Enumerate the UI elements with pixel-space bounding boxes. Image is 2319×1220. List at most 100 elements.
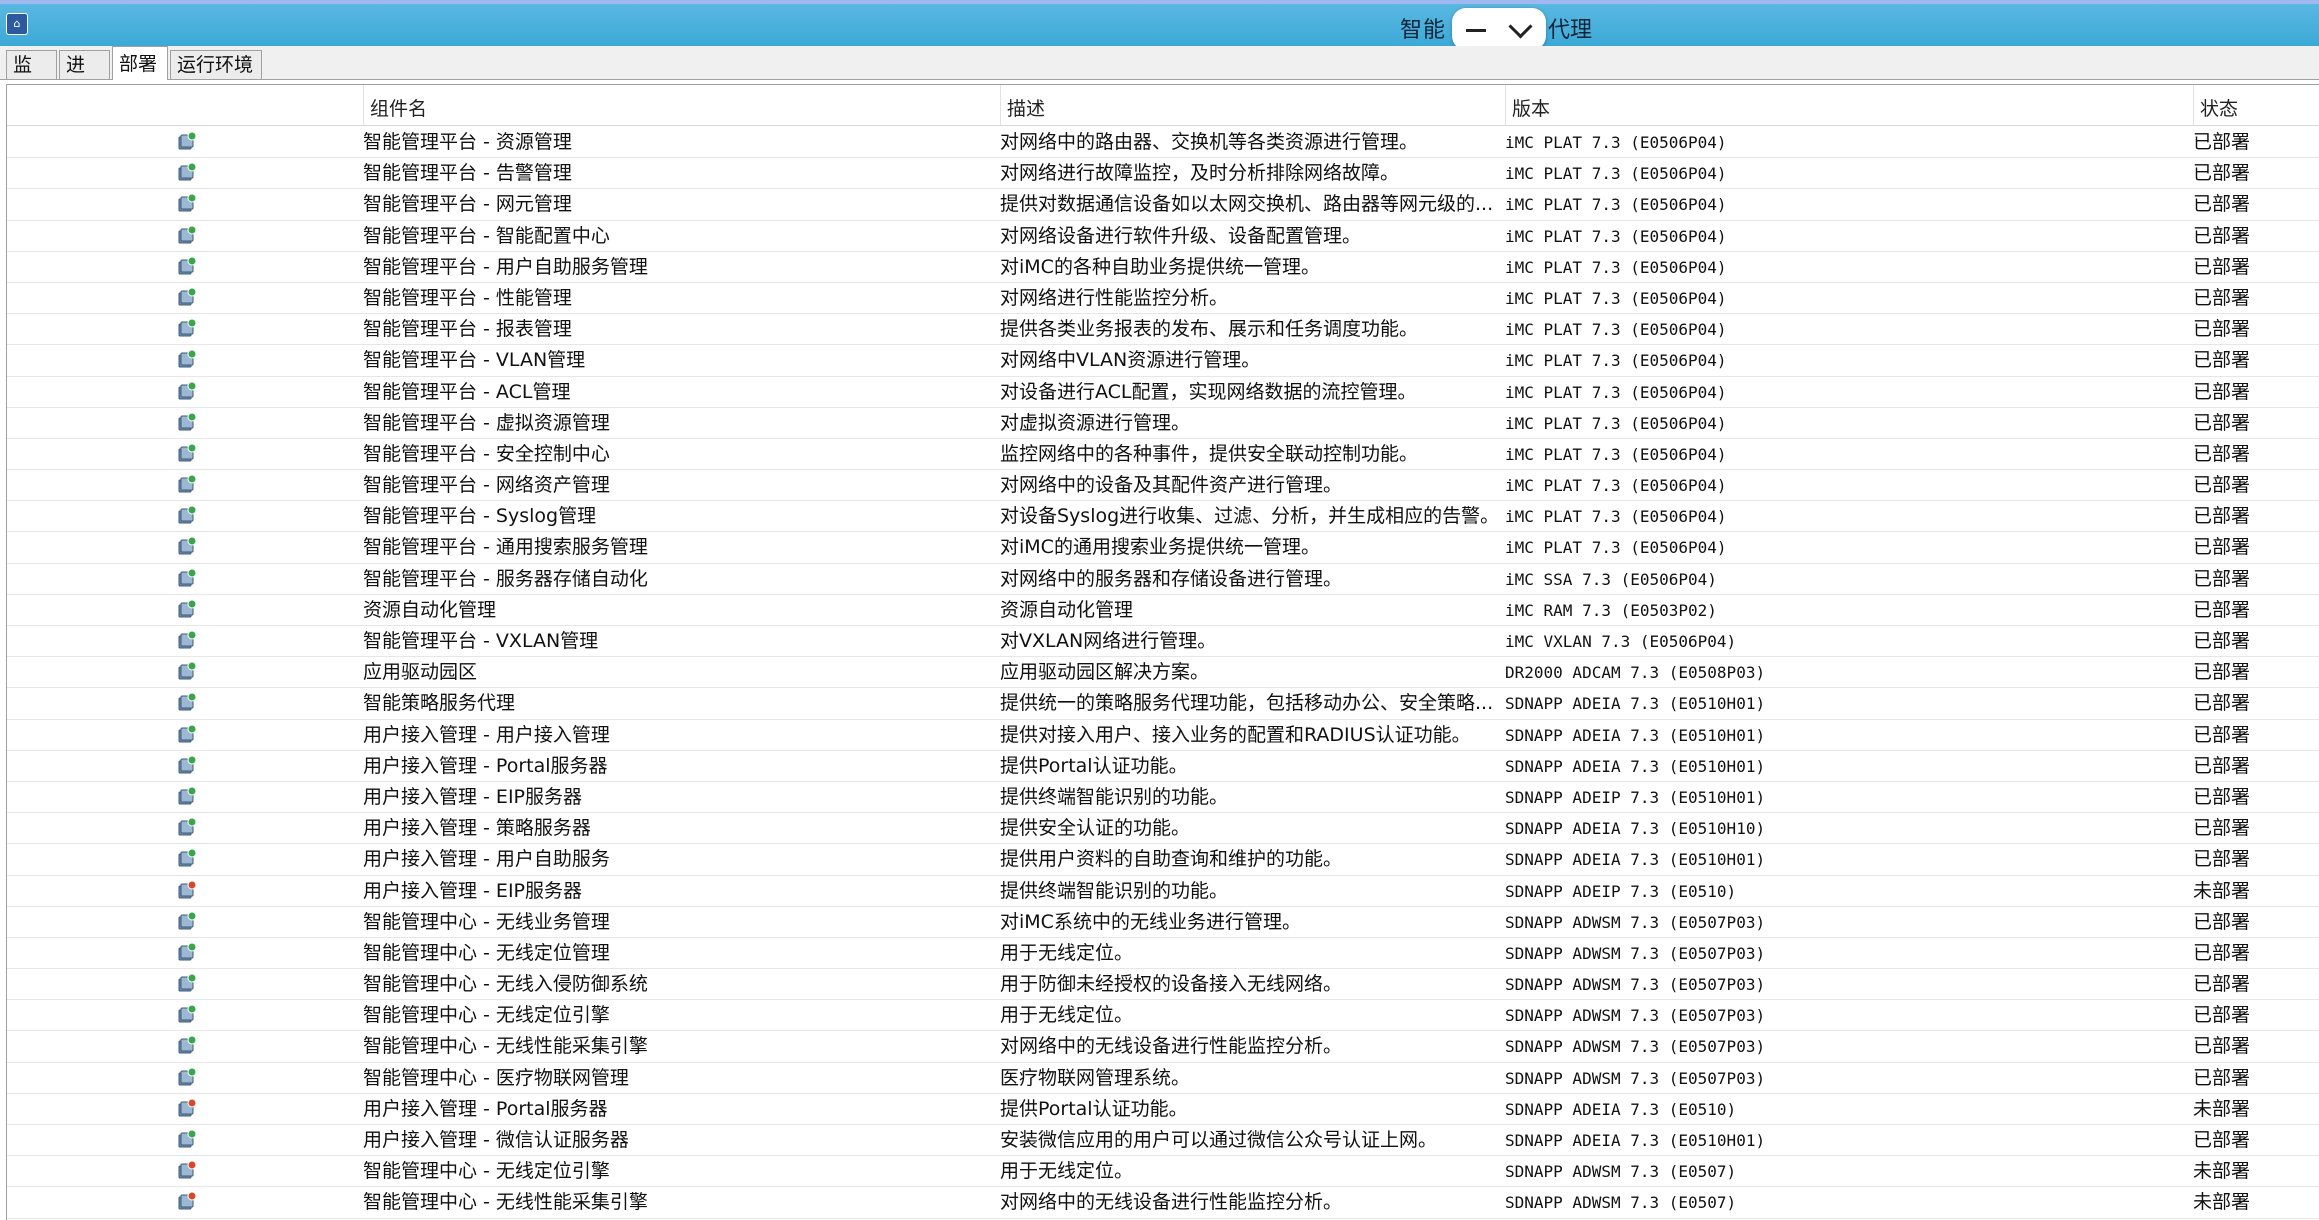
- table-row[interactable]: 智能管理平台 - 虚拟资源管理 对虚拟资源进行管理。 iMC PLAT 7.3 (E…: [7, 408, 2319, 439]
- table-row[interactable]: 智能管理中心 - 无线业务管理 对iMC系统中的无线业务进行管理。 SDNAPP A…: [7, 907, 2319, 938]
- table-row[interactable]: 智能管理中心 - 无线性能采集引擎 对网络中的无线设备进行性能监控分析。 SDNAP…: [7, 1031, 2319, 1063]
- component-deployed-icon: [175, 189, 201, 220]
- header-icon-column[interactable]: [7, 85, 363, 125]
- tab-runtime-env[interactable]: 运行环境: [170, 50, 262, 79]
- table-row[interactable]: 用户接入管理 - EIP服务器 提供终端智能识别的功能。 SDNAPP ADEIP …: [7, 782, 2319, 814]
- table-row[interactable]: 智能管理中心 - 无线入侵防御系统 用于防御未经授权的设备接入无线网络。 SDNAP…: [7, 969, 2319, 1001]
- component-name: 智能管理平台 - 性能管理: [363, 286, 572, 309]
- table-row[interactable]: 智能管理中心 - 无线定位引擎 用于无线定位。 SDNAPP ADWSM 7.3 (…: [7, 1000, 2319, 1032]
- component-undeployed-icon: [175, 1187, 201, 1218]
- header-status[interactable]: 状态: [2193, 85, 2319, 125]
- component-name: 智能管理中心 - 无线定位引擎: [363, 1160, 610, 1183]
- component-description: 用于无线定位。: [1000, 941, 1134, 964]
- component-name: 智能策略服务代理: [363, 692, 516, 715]
- component-description: 提供对数据通信设备如以太网交换机、路由器等网元级的...: [1000, 193, 1494, 216]
- table-row[interactable]: 智能管理中心 - 无线定位引擎 用于无线定位。 SDNAPP ADWSM 7.3 (…: [7, 1156, 2319, 1188]
- tab-process[interactable]: 进程: [59, 50, 110, 105]
- component-version: SDNAPP ADEIA 7.3 (E0510H01): [1505, 725, 1766, 745]
- component-version: iMC PLAT 7.3 (E0506P04): [1505, 382, 1727, 402]
- table-row[interactable]: 智能管理平台 - 告警管理 对网络进行故障监控，及时分析排除网络故障。 iMC PL…: [7, 158, 2319, 190]
- header-name[interactable]: 组件名: [363, 85, 1000, 125]
- component-version: iMC PLAT 7.3 (E0506P04): [1505, 257, 1727, 277]
- table-row[interactable]: 用户接入管理 - 用户接入管理 提供对接入用户、接入业务的配置和RADIUS认证功…: [7, 720, 2319, 751]
- minimize-icon[interactable]: [1466, 29, 1486, 32]
- component-name: 智能管理平台 - 网络资产管理: [363, 474, 610, 497]
- component-description: 对网络中VLAN资源进行管理。: [1000, 349, 1261, 372]
- chevron-down-icon[interactable]: [1508, 14, 1533, 39]
- app-icon[interactable]: ⌂: [6, 13, 28, 35]
- table-row[interactable]: 智能管理平台 - 性能管理 对网络进行性能监控分析。 iMC PLAT 7.3 (E…: [7, 283, 2319, 315]
- window-title-left: 智能: [1400, 18, 1447, 43]
- component-version: iMC PLAT 7.3 (E0506P04): [1505, 507, 1727, 527]
- component-name: 智能管理中心 - 无线入侵防御系统: [363, 973, 648, 996]
- table-row[interactable]: 智能管理平台 - 网络资产管理 对网络中的设备及其配件资产进行管理。 iMC PLA…: [7, 470, 2319, 502]
- table-row[interactable]: 智能管理平台 - 网元管理 提供对数据通信设备如以太网交换机、路由器等网元级的..…: [7, 189, 2319, 221]
- component-status: 已部署: [2193, 131, 2251, 153]
- component-version: DR2000 ADCAM 7.3 (E0508P03): [1505, 663, 1766, 683]
- component-description: 提供安全认证的功能。: [1000, 817, 1191, 840]
- component-name: 资源自动化管理: [363, 598, 497, 621]
- component-description: 对iMC的通用搜索业务提供统一管理。: [1000, 536, 1320, 559]
- component-status: 已部署: [2193, 692, 2251, 715]
- table-row[interactable]: 智能管理平台 - 安全控制中心 监控网络中的各种事件，提供安全联动控制功能。 iMC…: [7, 439, 2319, 471]
- component-description: 提供对接入用户、接入业务的配置和RADIUS认证功能。: [1000, 723, 1471, 746]
- table-row[interactable]: 智能管理中心 - 无线性能采集引擎 对网络中的无线设备进行性能监控分析。 SDNAP…: [7, 1187, 2319, 1219]
- table-row[interactable]: 智能管理中心 - 无线定位管理 用于无线定位。 SDNAPP ADWSM 7.3 (…: [7, 938, 2319, 970]
- tab-deploy[interactable]: 部署: [112, 46, 168, 80]
- window-controls-pill[interactable]: [1452, 8, 1546, 50]
- table-row[interactable]: 智能管理平台 - 用户自助服务管理 对iMC的各种自助业务提供统一管理。 iMC P…: [7, 252, 2319, 283]
- table-row[interactable]: 智能管理中心 - 医疗物联网管理 医疗物联网管理系统。 SDNAPP ADWSM 7…: [7, 1063, 2319, 1094]
- table-row[interactable]: 智能策略服务代理 提供统一的策略服务代理功能，包括移动办公、安全策略... SDNA…: [7, 688, 2319, 720]
- component-status: 已部署: [2193, 754, 2251, 777]
- table-row[interactable]: 用户接入管理 - 用户自助服务 提供用户资料的自助查询和维护的功能。 SDNAPP …: [7, 844, 2319, 876]
- component-status: 已部署: [2193, 630, 2251, 652]
- component-deployed-icon: [175, 813, 201, 844]
- component-deployed-icon: [175, 938, 201, 969]
- table-row[interactable]: 用户接入管理 - 微信认证服务器 安装微信应用的用户可以通过微信公众号认证上网。 S…: [7, 1125, 2319, 1157]
- table-row[interactable]: 资源自动化管理 资源自动化管理 iMC RAM 7.3 (E0503P02) 已部署: [7, 595, 2319, 626]
- header-version[interactable]: 版本: [1505, 85, 2193, 125]
- component-status: 未部署: [2193, 1160, 2251, 1183]
- tab-monitor[interactable]: 监控: [6, 50, 57, 105]
- component-status: 已部署: [2193, 318, 2251, 341]
- table-row[interactable]: 智能管理平台 - 报表管理 提供各类业务报表的发布、展示和任务调度功能。 iMC P…: [7, 314, 2319, 346]
- component-table: 组件名 描述 版本 状态 智能管理平台 - 资源管理 对网络中的路由器、交换机等各…: [6, 84, 2319, 1220]
- component-description: 对网络进行性能监控分析。: [1000, 286, 1229, 309]
- header-description[interactable]: 描述: [1000, 85, 1505, 125]
- window-title-right: 代理: [1548, 18, 1593, 43]
- component-deployed-icon: [175, 720, 201, 751]
- table-row[interactable]: 智能管理平台 - ACL管理 对设备进行ACL配置，实现网络数据的流控管理。 iMC…: [7, 377, 2319, 408]
- table-row[interactable]: 智能管理平台 - 通用搜索服务管理 对iMC的通用搜索业务提供统一管理。 iMC P…: [7, 532, 2319, 564]
- table-row[interactable]: 智能管理平台 - VXLAN管理 对VXLAN网络进行管理。 iMC VXLAN 7…: [7, 626, 2319, 658]
- component-deployed-icon: [175, 595, 201, 626]
- component-version: iMC SSA 7.3 (E0506P04): [1505, 569, 1717, 589]
- component-name: 智能管理中心 - 无线业务管理: [363, 910, 610, 933]
- component-version: iMC PLAT 7.3 (E0506P04): [1505, 133, 1727, 152]
- component-status: 已部署: [2193, 162, 2251, 185]
- component-version: SDNAPP ADWSM 7.3 (E0507P03): [1505, 943, 1766, 963]
- table-row[interactable]: 用户接入管理 - EIP服务器 提供终端智能识别的功能。 SDNAPP ADEIP …: [7, 876, 2319, 907]
- component-undeployed-icon: [175, 1156, 201, 1187]
- component-deployed-icon: [175, 969, 201, 1000]
- component-version: SDNAPP ADEIP 7.3 (E0510): [1505, 881, 1737, 901]
- component-description: 对网络中的设备及其配件资产进行管理。: [1000, 474, 1343, 497]
- table-row[interactable]: 智能管理平台 - Syslog管理 对设备Syslog进行收集、过滤、分析，并生成…: [7, 501, 2319, 533]
- component-status: 已部署: [2193, 973, 2251, 996]
- tab-bar: 监控 进程 部署 运行环境: [0, 46, 2319, 105]
- table-row[interactable]: 智能管理平台 - VLAN管理 对网络中VLAN资源进行管理。 iMC PLAT 7…: [7, 345, 2319, 377]
- table-row[interactable]: 智能管理平台 - 资源管理 对网络中的路由器、交换机等各类资源进行管理。 iMC P…: [7, 127, 2319, 159]
- component-description: 对网络中的路由器、交换机等各类资源进行管理。: [1000, 131, 1419, 153]
- table-row[interactable]: 用户接入管理 - 策略服务器 提供安全认证的功能。 SDNAPP ADEIA 7.3…: [7, 813, 2319, 845]
- table-row[interactable]: 用户接入管理 - Portal服务器 提供Portal认证功能。 SDNAPP AD…: [7, 751, 2319, 782]
- component-name: 智能管理平台 - VXLAN管理: [363, 630, 599, 652]
- title-bar[interactable]: ⌂ 智能 代理: [0, 0, 2319, 50]
- component-description: 提供终端智能识别的功能。: [1000, 785, 1229, 808]
- table-row[interactable]: 智能管理平台 - 智能配置中心 对网络设备进行软件升级、设备配置管理。 iMC PL…: [7, 221, 2319, 252]
- component-description: 提供Portal认证功能。: [1000, 754, 1188, 777]
- component-name: 智能管理中心 - 无线定位引擎: [363, 1004, 610, 1027]
- component-name: 智能管理平台 - 虚拟资源管理: [363, 411, 610, 434]
- table-row[interactable]: 应用驱动园区 应用驱动园区解决方案。 DR2000 ADCAM 7.3 (E0508…: [7, 657, 2319, 689]
- table-row[interactable]: 智能管理平台 - 服务器存储自动化 对网络中的服务器和存储设备进行管理。 iMC S…: [7, 564, 2319, 595]
- table-row[interactable]: 用户接入管理 - Portal服务器 提供Portal认证功能。 SDNAPP AD…: [7, 1094, 2319, 1125]
- component-name: 智能管理平台 - ACL管理: [363, 380, 571, 403]
